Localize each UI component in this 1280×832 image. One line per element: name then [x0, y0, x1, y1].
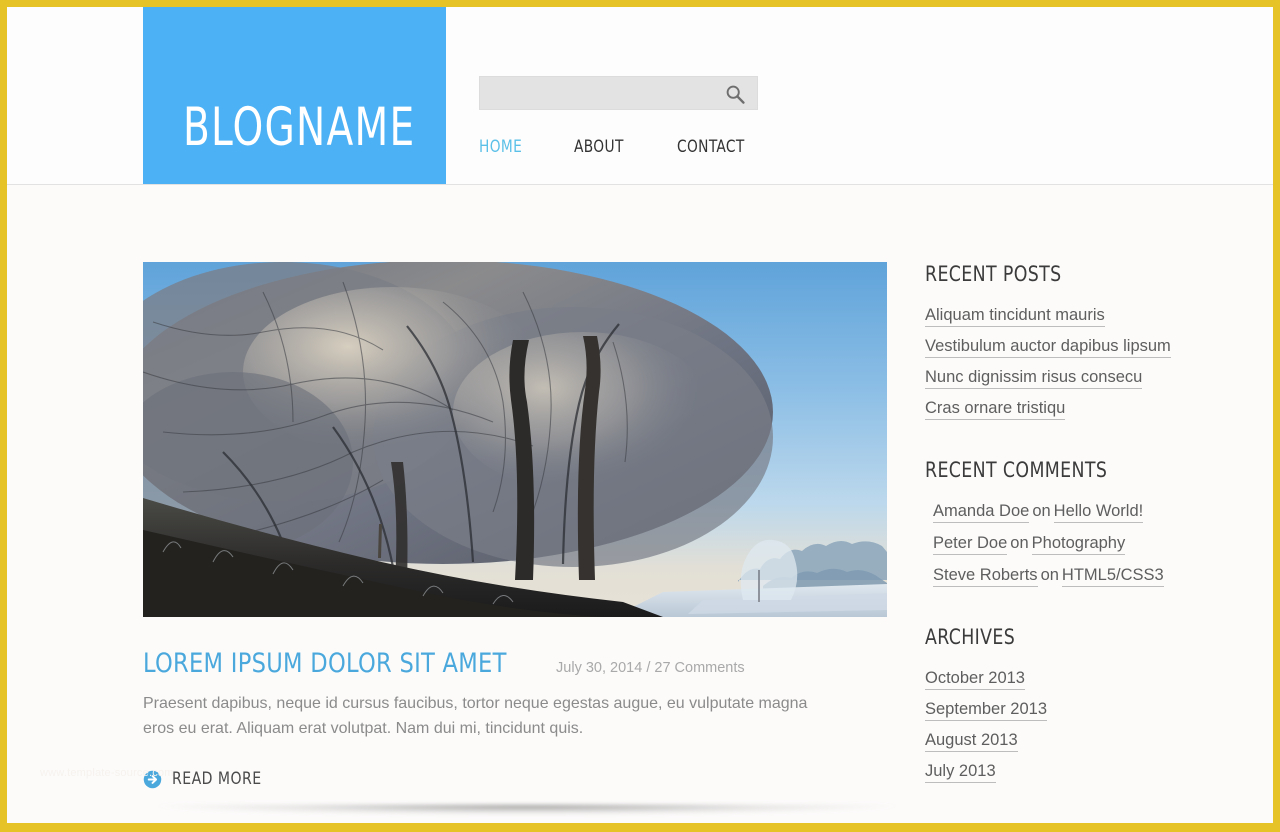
nav-item-home[interactable]: HOME	[479, 137, 522, 157]
search-box[interactable]	[479, 76, 758, 110]
search-input[interactable]	[480, 77, 720, 109]
list-item: Vestibulum auctor dapibus lipsum	[919, 337, 1199, 358]
comment-post-link[interactable]: Photography	[1031, 534, 1126, 555]
nav-item-contact[interactable]: CONTACT	[677, 137, 745, 157]
archive-link[interactable]: August 2013	[925, 731, 1018, 752]
post-header: LOREM IPSUM DOLOR SIT AMET July 30, 2014…	[143, 648, 887, 679]
list-item: Aliquam tincidunt mauris	[919, 306, 1199, 327]
recent-comments-list: Amanda Doe on Hello World! Peter Doe on Phot…	[919, 502, 1199, 587]
widget-title-archives: ARCHIVES	[925, 625, 1016, 649]
list-item: July 2013	[919, 762, 1199, 783]
post-excerpt: Praesent dapibus, neque id cursus faucib…	[143, 695, 808, 737]
sidebar: RECENT POSTS Aliquam tincidunt mauris Ve…	[919, 262, 1199, 817]
comment-post-link[interactable]: HTML5/CSS3	[1061, 566, 1164, 587]
page-frame: BLOGNAME HOME ABOUT CONTACT LOREM IPSUM …	[0, 0, 1280, 832]
list-item: Cras ornare tristiqu	[919, 399, 1199, 420]
archive-link[interactable]: September 2013	[925, 700, 1048, 721]
widget-recent-posts: RECENT POSTS Aliquam tincidunt mauris Ve…	[919, 262, 1199, 420]
list-item: Nunc dignissim risus consecu	[919, 368, 1199, 389]
widget-recent-comments: RECENT COMMENTS Amanda Doe on Hello World!…	[919, 458, 1199, 587]
widget-archives: ARCHIVES October 2013 September 2013 Aug…	[919, 625, 1199, 783]
list-item: October 2013	[919, 669, 1199, 690]
recent-post-link[interactable]: Cras ornare tristiqu	[925, 399, 1066, 420]
content-area: LOREM IPSUM DOLOR SIT AMET July 30, 2014…	[7, 184, 1273, 823]
recent-post-link[interactable]: Nunc dignissim risus consecu	[925, 368, 1143, 389]
comment-author-link[interactable]: Peter Doe	[933, 534, 1008, 555]
page-root: BLOGNAME HOME ABOUT CONTACT LOREM IPSUM …	[7, 7, 1273, 823]
comment-separator: on	[1040, 566, 1059, 584]
list-item: Steve Roberts on HTML5/CSS3	[933, 566, 1199, 587]
search-icon[interactable]	[725, 84, 745, 104]
comment-separator: on	[1032, 502, 1051, 520]
comment-author-link[interactable]: Steve Roberts	[933, 566, 1038, 587]
list-item: September 2013	[919, 700, 1199, 721]
recent-posts-list: Aliquam tincidunt mauris Vestibulum auct…	[919, 306, 1199, 420]
archives-list: October 2013 September 2013 August 2013 …	[919, 669, 1199, 783]
archive-link[interactable]: October 2013	[925, 669, 1025, 690]
arrow-right-circle-icon	[143, 770, 162, 789]
nav-item-about[interactable]: ABOUT	[574, 137, 624, 157]
post-article: LOREM IPSUM DOLOR SIT AMET July 30, 2014…	[143, 262, 887, 789]
list-item: Peter Doe on Photography	[933, 534, 1199, 555]
site-header: BLOGNAME HOME ABOUT CONTACT	[7, 7, 1273, 185]
post-title[interactable]: LOREM IPSUM DOLOR SIT AMET	[143, 648, 507, 679]
widget-title-recent-comments: RECENT COMMENTS	[925, 458, 1108, 482]
comment-author-link[interactable]: Amanda Doe	[933, 502, 1030, 523]
read-more-label: READ MORE	[172, 769, 262, 789]
main-navigation: HOME ABOUT CONTACT	[479, 137, 795, 163]
read-more-button[interactable]: READ MORE	[143, 769, 269, 789]
list-item: August 2013	[919, 731, 1199, 752]
recent-post-link[interactable]: Aliquam tincidunt mauris	[925, 306, 1105, 327]
post-featured-image[interactable]	[143, 262, 887, 617]
recent-post-link[interactable]: Vestibulum auctor dapibus lipsum	[925, 337, 1171, 358]
comment-post-link[interactable]: Hello World!	[1053, 502, 1144, 523]
archive-link[interactable]: July 2013	[925, 762, 996, 783]
post-meta: July 30, 2014 / 27 Comments	[556, 660, 745, 676]
widget-title-recent-posts: RECENT POSTS	[925, 262, 1062, 286]
site-logo[interactable]: BLOGNAME	[143, 7, 446, 184]
site-logo-text: BLOGNAME	[183, 97, 416, 158]
comment-separator: on	[1010, 534, 1029, 552]
list-item: Amanda Doe on Hello World!	[933, 502, 1199, 523]
